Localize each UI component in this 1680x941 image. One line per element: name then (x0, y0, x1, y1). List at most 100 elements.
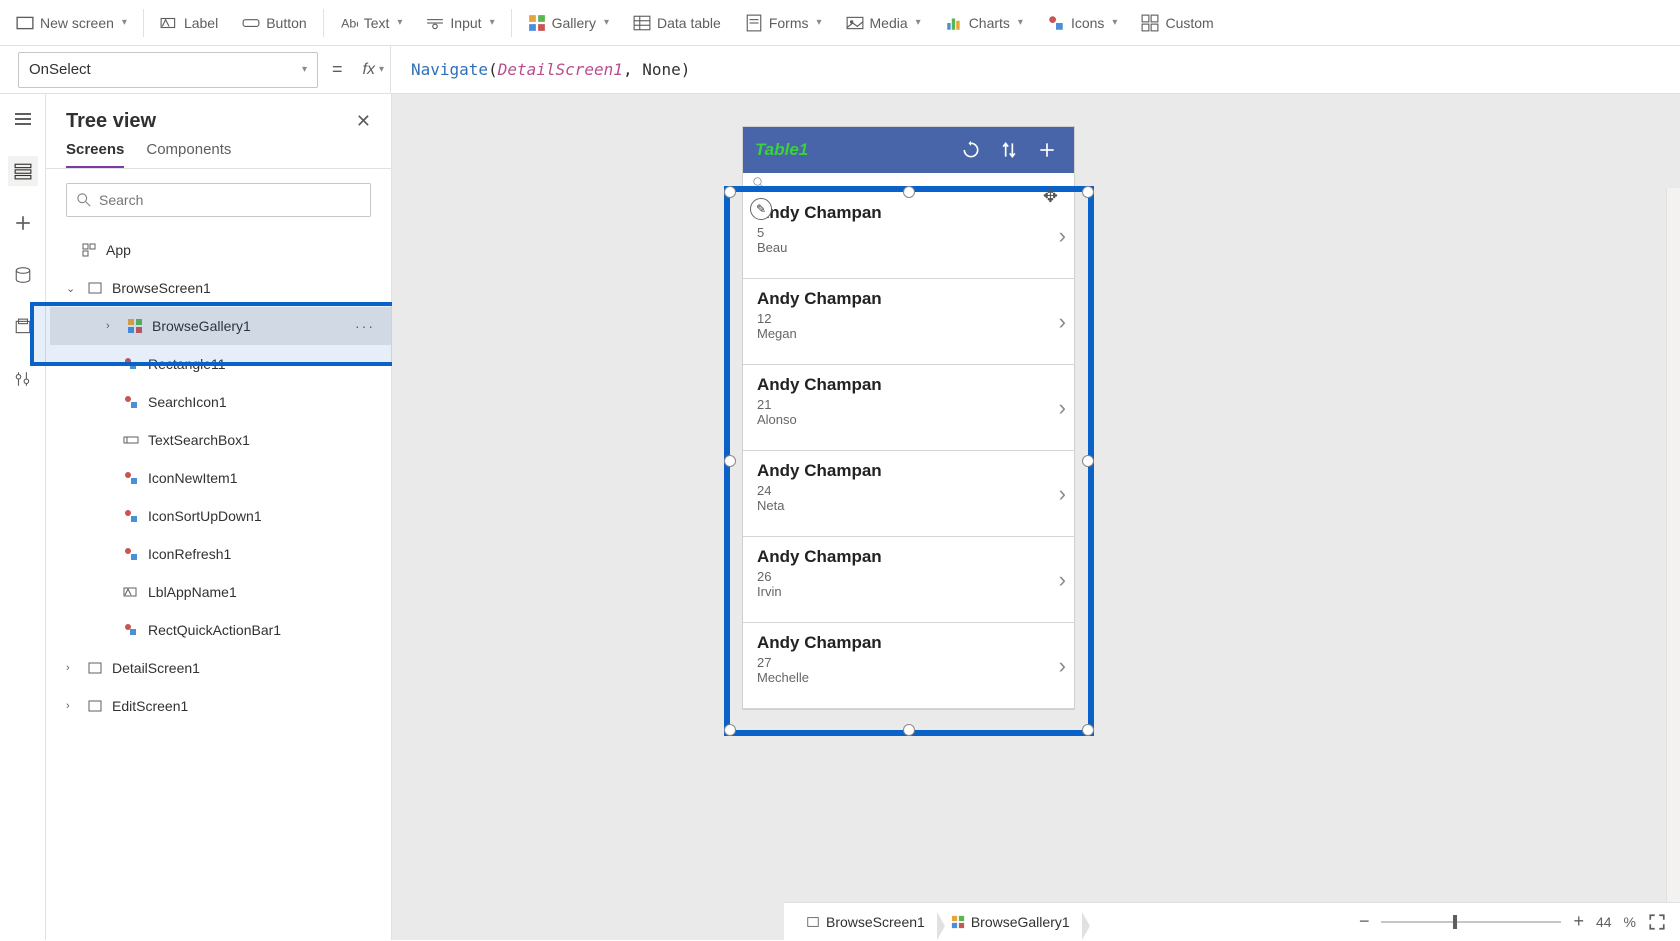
resize-handle[interactable] (903, 724, 915, 736)
new-screen-button[interactable]: New screen ▾ (4, 1, 139, 45)
fx-button[interactable]: fx ▾ (357, 46, 391, 94)
breadcrumb-screen-label: BrowseScreen1 (826, 914, 925, 930)
tree-view-button[interactable] (8, 156, 38, 186)
resize-handle[interactable] (1082, 455, 1094, 467)
resize-handle[interactable] (724, 455, 736, 467)
custom-icon (1141, 14, 1159, 32)
tree-node-icon-new-item[interactable]: IconNewItem1 (50, 459, 391, 497)
breadcrumb-gallery[interactable]: BrowseGallery1 (943, 910, 1084, 934)
refresh-icon[interactable] (956, 135, 986, 165)
text-button[interactable]: Abc Text ▾ (328, 1, 415, 45)
browse-gallery[interactable]: Andy Champan5Beau›Andy Champan12Megan›An… (743, 193, 1074, 709)
gallery-item[interactable]: Andy Champan21Alonso› (743, 365, 1074, 451)
zoom-slider[interactable] (1381, 921, 1561, 923)
forms-button[interactable]: Forms ▾ (733, 1, 834, 45)
text-icon: Abc (340, 14, 358, 32)
node-label: TextSearchBox1 (148, 432, 250, 448)
label-button[interactable]: Label (148, 1, 230, 45)
resize-handle[interactable] (1082, 724, 1094, 736)
data-table-label: Data table (657, 15, 721, 31)
gallery-item[interactable]: Andy Champan5Beau› (743, 193, 1074, 279)
formula-input[interactable]: Navigate(DetailScreen1, None) (401, 60, 690, 79)
resize-handle[interactable] (1082, 186, 1094, 198)
chevron-right-icon[interactable]: › (1059, 309, 1066, 335)
settings-button[interactable] (8, 364, 38, 394)
input-button[interactable]: Input ▾ (414, 1, 506, 45)
icons-icon (122, 469, 140, 487)
tree-search-input[interactable] (99, 192, 360, 208)
charts-icon (945, 14, 963, 32)
close-icon[interactable]: ✕ (356, 111, 371, 132)
media-panel-button[interactable] (8, 312, 38, 342)
gallery-item-sub1: 5 (757, 225, 1060, 240)
chevron-right-icon[interactable]: › (1059, 395, 1066, 421)
canvas[interactable]: Table1 Andy Champan5Beau›Andy Champan12M… (392, 94, 1680, 940)
tree-node-rect-quick-action[interactable]: RectQuickActionBar1 (50, 611, 391, 649)
tree-node-lbl-app-name[interactable]: LblAppName1 (50, 573, 391, 611)
tree-node-app[interactable]: App (50, 231, 391, 269)
media-button[interactable]: Media ▾ (834, 1, 933, 45)
data-button[interactable] (8, 260, 38, 290)
new-screen-label: New screen (40, 15, 114, 31)
gallery-item-sub2: Neta (757, 498, 1060, 513)
custom-button[interactable]: Custom (1129, 1, 1225, 45)
tree-node-edit-screen[interactable]: › EditScreen1 (50, 687, 391, 725)
insert-button[interactable] (8, 208, 38, 238)
screen-icon (806, 915, 820, 929)
chevron-down-icon: ▾ (490, 17, 495, 28)
chevron-right-icon[interactable]: › (1059, 567, 1066, 593)
gallery-item[interactable]: Andy Champan12Megan› (743, 279, 1074, 365)
chevron-right-icon[interactable]: › (1059, 223, 1066, 249)
resize-handle[interactable] (724, 186, 736, 198)
property-dropdown[interactable]: OnSelect ▾ (18, 52, 318, 88)
shape-icon (122, 355, 140, 373)
data-table-button[interactable]: Data table (621, 1, 733, 45)
gallery-button[interactable]: Gallery ▾ (516, 1, 621, 45)
node-label: BrowseScreen1 (112, 280, 211, 296)
add-icon[interactable] (1032, 135, 1062, 165)
tree-node-browse-screen[interactable]: ⌄ BrowseScreen1 (50, 269, 391, 307)
node-label: IconNewItem1 (148, 470, 237, 486)
tree-node-text-search-box[interactable]: TextSearchBox1 (50, 421, 391, 459)
sort-icon[interactable] (994, 135, 1024, 165)
label-icon (122, 583, 140, 601)
fullscreen-button[interactable] (1648, 913, 1666, 931)
icons-button[interactable]: Icons ▾ (1035, 1, 1130, 45)
input-label: Input (450, 15, 481, 31)
zoom-out-button[interactable]: − (1359, 911, 1370, 932)
search-icon (77, 193, 91, 207)
tab-screens[interactable]: Screens (66, 141, 124, 168)
vertical-scrollbar[interactable] (1666, 188, 1680, 902)
gallery-icon (126, 317, 144, 335)
tree-node-detail-screen[interactable]: › DetailScreen1 (50, 649, 391, 687)
tree-node-icon-refresh[interactable]: IconRefresh1 (50, 535, 391, 573)
ribbon-toolbar: New screen ▾ Label Button Abc Text ▾ Inp… (0, 0, 1680, 46)
zoom-in-button[interactable]: + (1573, 911, 1584, 932)
gallery-item[interactable]: Andy Champan26Irvin› (743, 537, 1074, 623)
resize-handle[interactable] (724, 724, 736, 736)
tree-node-search-icon[interactable]: SearchIcon1 (50, 383, 391, 421)
breadcrumb-screen[interactable]: BrowseScreen1 (798, 910, 939, 934)
gallery-item-title: Andy Champan (757, 633, 1060, 653)
charts-button[interactable]: Charts ▾ (933, 1, 1035, 45)
gallery-item[interactable]: Andy Champan27Mechelle› (743, 623, 1074, 709)
icons-icon (1047, 14, 1065, 32)
status-bar: BrowseScreen1 BrowseGallery1 − + 44 % (784, 902, 1680, 940)
chevron-right-icon[interactable]: › (1059, 653, 1066, 679)
node-label: DetailScreen1 (112, 660, 200, 676)
more-icon[interactable]: ··· (355, 318, 375, 334)
media-label: Media (870, 15, 908, 31)
phone-search[interactable] (743, 173, 1074, 193)
hamburger-button[interactable] (8, 104, 38, 134)
gallery-item[interactable]: Andy Champan24Neta› (743, 451, 1074, 537)
tree-node-rectangle11[interactable]: Rectangle11 (50, 345, 391, 383)
tree-view-title: Tree view (66, 110, 156, 133)
tab-components[interactable]: Components (146, 141, 231, 168)
forms-label: Forms (769, 15, 809, 31)
tree-search[interactable] (66, 183, 371, 217)
button-button[interactable]: Button (230, 1, 318, 45)
charts-label: Charts (969, 15, 1010, 31)
tree-node-icon-sort[interactable]: IconSortUpDown1 (50, 497, 391, 535)
tree-node-browse-gallery[interactable]: › BrowseGallery1 ··· (50, 307, 391, 345)
chevron-right-icon[interactable]: › (1059, 481, 1066, 507)
